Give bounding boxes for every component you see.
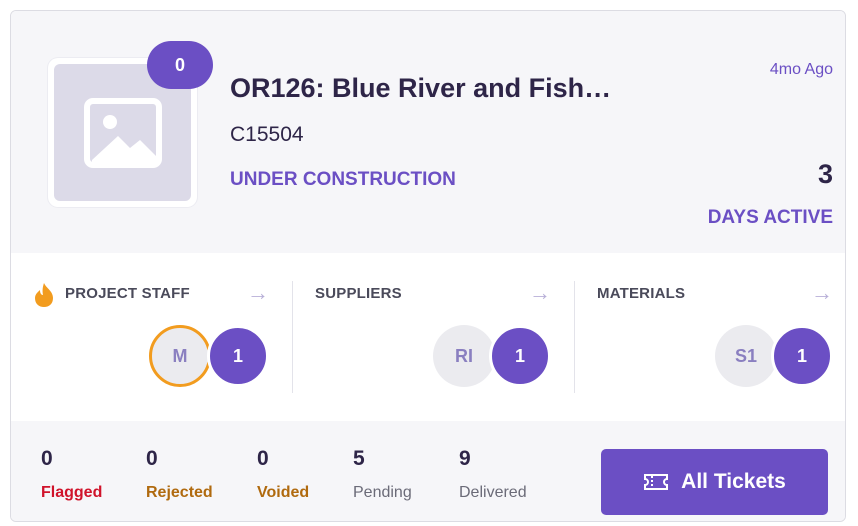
ticket-summary: 0 Flagged 0 Rejected 0 Voided 5 Pending … (11, 421, 845, 521)
section-title: PROJECT STAFF (65, 285, 190, 302)
card-header: 0 OR126: Blue River and Fish… C15504 UND… (11, 11, 845, 253)
avatar[interactable]: M (149, 325, 211, 387)
ticket-icon (644, 474, 669, 490)
stat-value: 0 (146, 447, 158, 470)
image-placeholder-icon (83, 97, 162, 168)
project-card[interactable]: 0 OR126: Blue River and Fish… C15504 UND… (10, 10, 846, 522)
stat-voided[interactable]: 0 Voided (257, 447, 309, 502)
stat-delivered[interactable]: 9 Delivered (459, 447, 527, 502)
stat-label: Pending (353, 484, 412, 501)
updated-time: 4mo Ago (769, 61, 833, 78)
stat-label: Voided (257, 484, 310, 501)
section-suppliers[interactable]: SUPPLIERS → RI 1 (293, 253, 574, 421)
stat-flagged[interactable]: 0 Flagged (41, 447, 102, 502)
all-tickets-label: All Tickets (681, 470, 786, 493)
stat-value: 0 (257, 447, 269, 470)
arrow-right-icon[interactable]: → (529, 280, 551, 306)
avatar-count[interactable]: 1 (771, 325, 833, 387)
arrow-right-icon[interactable]: → (247, 280, 269, 306)
project-status: UNDER CONSTRUCTION (230, 169, 456, 190)
section-title: MATERIALS (597, 285, 686, 302)
all-tickets-button[interactable]: All Tickets (601, 449, 828, 515)
stat-pending[interactable]: 5 Pending (353, 447, 412, 502)
section-materials[interactable]: MATERIALS → S1 1 (575, 253, 845, 421)
avatar[interactable]: RI (433, 325, 495, 387)
stat-label: Flagged (41, 484, 103, 501)
avatar-count[interactable]: 1 (207, 325, 269, 387)
stat-label: Delivered (459, 484, 527, 501)
project-title[interactable]: OR126: Blue River and Fish… (230, 73, 611, 104)
days-active-value: 3 (817, 159, 833, 189)
notification-badge[interactable]: 0 (147, 41, 213, 89)
stat-value: 5 (353, 447, 365, 470)
avatar[interactable]: S1 (715, 325, 777, 387)
stat-label: Rejected (146, 484, 213, 501)
arrow-right-icon[interactable]: → (811, 280, 833, 306)
project-code: C15504 (230, 123, 304, 146)
flame-icon (35, 283, 53, 307)
avatar-count[interactable]: 1 (489, 325, 551, 387)
section-title: SUPPLIERS (315, 285, 402, 302)
section-project-staff[interactable]: PROJECT STAFF → M 1 (11, 253, 292, 421)
stat-value: 0 (41, 447, 53, 470)
card-sections: PROJECT STAFF → M 1 SUPPLIERS → RI 1 MAT… (11, 253, 845, 422)
days-active-label: DAYS ACTIVE (707, 207, 833, 228)
stat-value: 9 (459, 447, 471, 470)
stat-rejected[interactable]: 0 Rejected (146, 447, 213, 502)
